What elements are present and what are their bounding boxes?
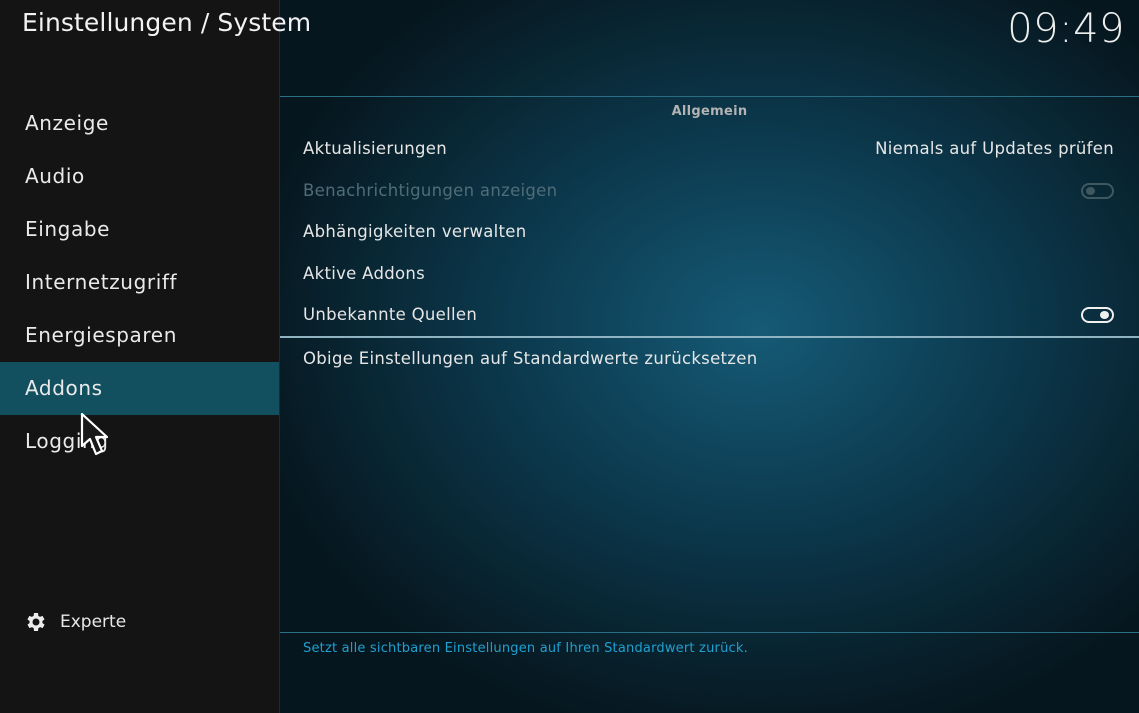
help-divider <box>280 632 1139 633</box>
setting-abhaengigkeiten[interactable]: Abhängigkeiten verwalten <box>303 211 1114 252</box>
settings-level-button[interactable]: Experte <box>24 607 126 637</box>
gear-icon <box>27 613 45 631</box>
window-title: Einstellungen / System <box>22 8 312 37</box>
sidebar-item-energiesparen[interactable]: Energiesparen <box>0 309 279 362</box>
setting-benachrichtigungen: Benachrichtigungen anzeigen <box>303 170 1114 211</box>
setting-aktualisierungen[interactable]: Aktualisierungen Niemals auf Updates prü… <box>303 128 1114 169</box>
setting-label: Aktive Addons <box>303 264 426 283</box>
settings-level-label: Experte <box>60 612 127 632</box>
sidebar-item-internetzugriff[interactable]: Internetzugriff <box>0 256 279 309</box>
settings-panel: Allgemein Aktualisierungen Niemals auf U… <box>280 96 1139 713</box>
reset-defaults-label: Obige Einstellungen auf Standardwerte zu… <box>303 349 758 368</box>
setting-unbekannte-quellen[interactable]: Unbekannte Quellen <box>303 294 1114 335</box>
sidebar-item-addons[interactable]: Addons <box>0 362 279 415</box>
sidebar: Anzeige Audio Eingabe Internetzugriff En… <box>0 0 280 713</box>
clock: 09:49 <box>1007 6 1125 52</box>
toggle-switch-off <box>1081 182 1114 199</box>
sidebar-item-eingabe[interactable]: Eingabe <box>0 203 279 256</box>
toggle-switch-on[interactable] <box>1081 306 1114 323</box>
sidebar-item-anzeige[interactable]: Anzeige <box>0 97 279 150</box>
kodi-settings-screen: Anzeige Audio Eingabe Internetzugriff En… <box>0 0 1139 713</box>
panel-top-divider <box>280 96 1139 97</box>
group-title: Allgemein <box>671 104 748 119</box>
sidebar-menu: Anzeige Audio Eingabe Internetzugriff En… <box>0 97 279 468</box>
setting-label: Benachrichtigungen anzeigen <box>303 181 558 200</box>
help-text: Setzt alle sichtbaren Einstellungen auf … <box>303 641 748 656</box>
sidebar-item-logging[interactable]: Logging <box>0 415 279 468</box>
sidebar-item-audio[interactable]: Audio <box>0 150 279 203</box>
setting-value: Niemals auf Updates prüfen <box>875 139 1114 158</box>
reset-defaults-button[interactable]: Obige Einstellungen auf Standardwerte zu… <box>303 338 1114 379</box>
setting-label: Abhängigkeiten verwalten <box>303 222 527 241</box>
setting-label: Aktualisierungen <box>303 139 447 158</box>
setting-aktive-addons[interactable]: Aktive Addons <box>303 253 1114 294</box>
setting-label: Unbekannte Quellen <box>303 305 478 324</box>
